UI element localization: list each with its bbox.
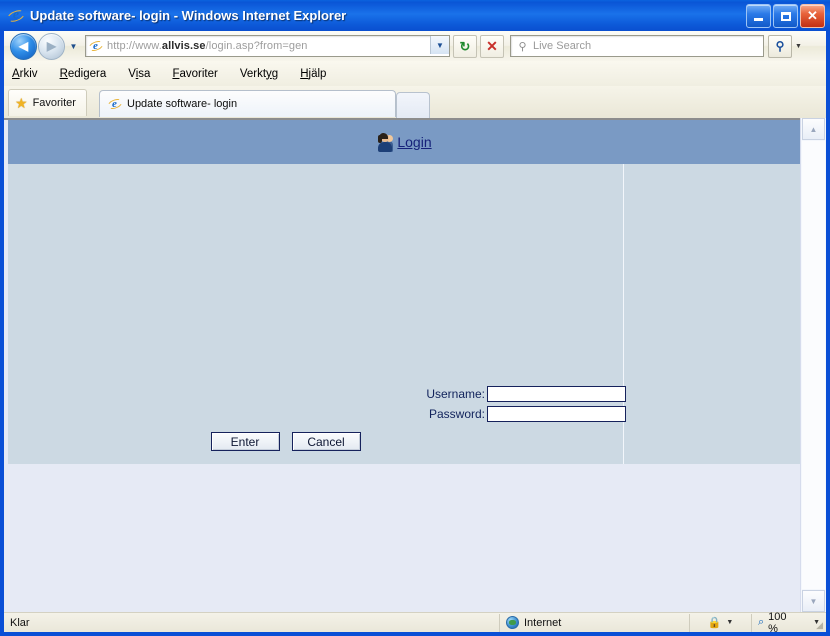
- forward-button[interactable]: ▶: [38, 32, 65, 60]
- minimize-icon: [754, 18, 763, 21]
- username-row: Username:: [4, 386, 627, 402]
- zoom-level-label: 100 %: [768, 610, 787, 635]
- cancel-button[interactable]: Cancel: [291, 432, 361, 451]
- resize-grip-icon[interactable]: ◢: [816, 621, 823, 630]
- globe-icon: [506, 616, 519, 629]
- title-bar: e Update software- login - Windows Inter…: [0, 0, 830, 31]
- url-prefix: http://www.: [107, 40, 162, 52]
- browser-window: e Update software- login - Windows Inter…: [0, 0, 830, 636]
- zoom-control[interactable]: ⌕ 100 % ▼: [752, 610, 826, 635]
- login-header-group: Login: [377, 132, 432, 152]
- maximize-icon: [780, 11, 791, 21]
- forward-arrow-icon: ▶: [46, 39, 57, 53]
- form-button-row: Enter Cancel: [4, 432, 567, 451]
- vertical-scrollbar[interactable]: ▲ ▼: [800, 118, 826, 612]
- browser-tab[interactable]: e Update software- login: [99, 90, 396, 117]
- username-input[interactable]: [487, 386, 626, 402]
- menu-bar: Arkiv Redigera Visa Favoriter Verktyg Hj…: [4, 61, 826, 86]
- tab-label: Update software- login: [127, 98, 238, 110]
- protected-mode-caret[interactable]: ▼: [726, 619, 733, 626]
- new-tab-button[interactable]: [396, 92, 430, 118]
- menu-item-favoriter[interactable]: Favoriter: [172, 68, 217, 80]
- navigation-toolbar: ◀ ▶ ▼ e http://www.allvis.se/login.asp?f…: [4, 31, 826, 61]
- password-row: Password:: [4, 406, 627, 422]
- address-url-text: http://www.allvis.se/login.asp?from=gen: [107, 40, 308, 52]
- address-dropdown-button[interactable]: ▼: [430, 36, 449, 54]
- stop-button[interactable]: ✕: [480, 34, 504, 58]
- users-avatar-icon: [377, 132, 394, 152]
- enter-button[interactable]: Enter: [210, 432, 280, 451]
- username-label: Username:: [426, 387, 485, 401]
- maximize-button[interactable]: [773, 4, 798, 28]
- search-go-button[interactable]: ⚲: [768, 34, 792, 58]
- web-page: Login Username: Password: Enter Cancel: [4, 118, 801, 612]
- tab-bar: ★ Favoriter e Update software- login: [4, 86, 826, 118]
- favorites-label: Favoriter: [32, 97, 76, 109]
- protected-mode-indicator[interactable]: 🔒 ▼: [690, 613, 752, 632]
- menu-item-arkiv[interactable]: Arkiv: [12, 68, 38, 80]
- search-placeholder: Live Search: [533, 40, 592, 52]
- search-icon: ⚲: [518, 40, 527, 53]
- page-viewport: Login Username: Password: Enter Cancel ▲…: [4, 118, 826, 612]
- favorites-button[interactable]: ★ Favoriter: [8, 89, 87, 116]
- refresh-button[interactable]: ↻: [453, 34, 477, 58]
- address-bar[interactable]: e http://www.allvis.se/login.asp?from=ge…: [85, 35, 450, 57]
- window-border-right: [826, 0, 830, 636]
- security-zone[interactable]: Internet: [500, 613, 690, 632]
- menu-item-visa[interactable]: Visa: [128, 68, 150, 80]
- page-header-banner: Login: [8, 120, 801, 164]
- scrollbar-track[interactable]: [802, 141, 825, 589]
- scroll-up-button[interactable]: ▲: [802, 118, 825, 140]
- refresh-icon: ↻: [459, 38, 471, 54]
- login-link[interactable]: Login: [397, 134, 431, 150]
- window-title: Update software- login - Windows Interne…: [30, 8, 347, 23]
- search-box[interactable]: ⚲ Live Search: [510, 35, 764, 57]
- password-label: Password:: [428, 407, 485, 421]
- security-zone-label: Internet: [524, 616, 562, 629]
- protected-mode-icon: 🔒: [707, 617, 722, 629]
- status-bar: Klar Internet 🔒 ▼ ⌕ 100 % ▼ ◢: [4, 610, 826, 635]
- menu-item-verktyg[interactable]: Verktyg: [240, 68, 278, 80]
- recent-pages-button[interactable]: ▼: [67, 34, 80, 58]
- page-favicon-icon: e: [86, 39, 105, 54]
- search-provider-dropdown[interactable]: ▼: [792, 36, 805, 57]
- ie-logo-icon: e: [5, 7, 27, 25]
- zoom-magnifier-icon: ⌕: [758, 616, 765, 628]
- back-button[interactable]: ◀: [10, 32, 37, 60]
- menu-item-redigera[interactable]: Redigera: [60, 68, 107, 80]
- tab-favicon-icon: e: [105, 97, 124, 112]
- stop-icon: ✕: [486, 38, 498, 54]
- login-form: Username: Password: Enter Cancel: [4, 386, 627, 451]
- window-border-bottom: [0, 632, 830, 636]
- scroll-down-button[interactable]: ▼: [802, 590, 825, 612]
- status-text: Klar: [4, 613, 500, 632]
- back-arrow-icon: ◀: [18, 39, 29, 53]
- url-domain: allvis.se: [161, 40, 206, 52]
- star-icon: ★: [15, 95, 28, 111]
- url-suffix: /login.asp?from=gen: [205, 40, 308, 52]
- minimize-button[interactable]: [746, 4, 771, 28]
- close-button[interactable]: ✕: [800, 4, 825, 28]
- menu-item-hjalp[interactable]: Hjälp: [300, 68, 326, 80]
- window-controls: ✕: [746, 4, 825, 28]
- password-input[interactable]: [487, 406, 626, 422]
- close-icon: ✕: [807, 8, 818, 23]
